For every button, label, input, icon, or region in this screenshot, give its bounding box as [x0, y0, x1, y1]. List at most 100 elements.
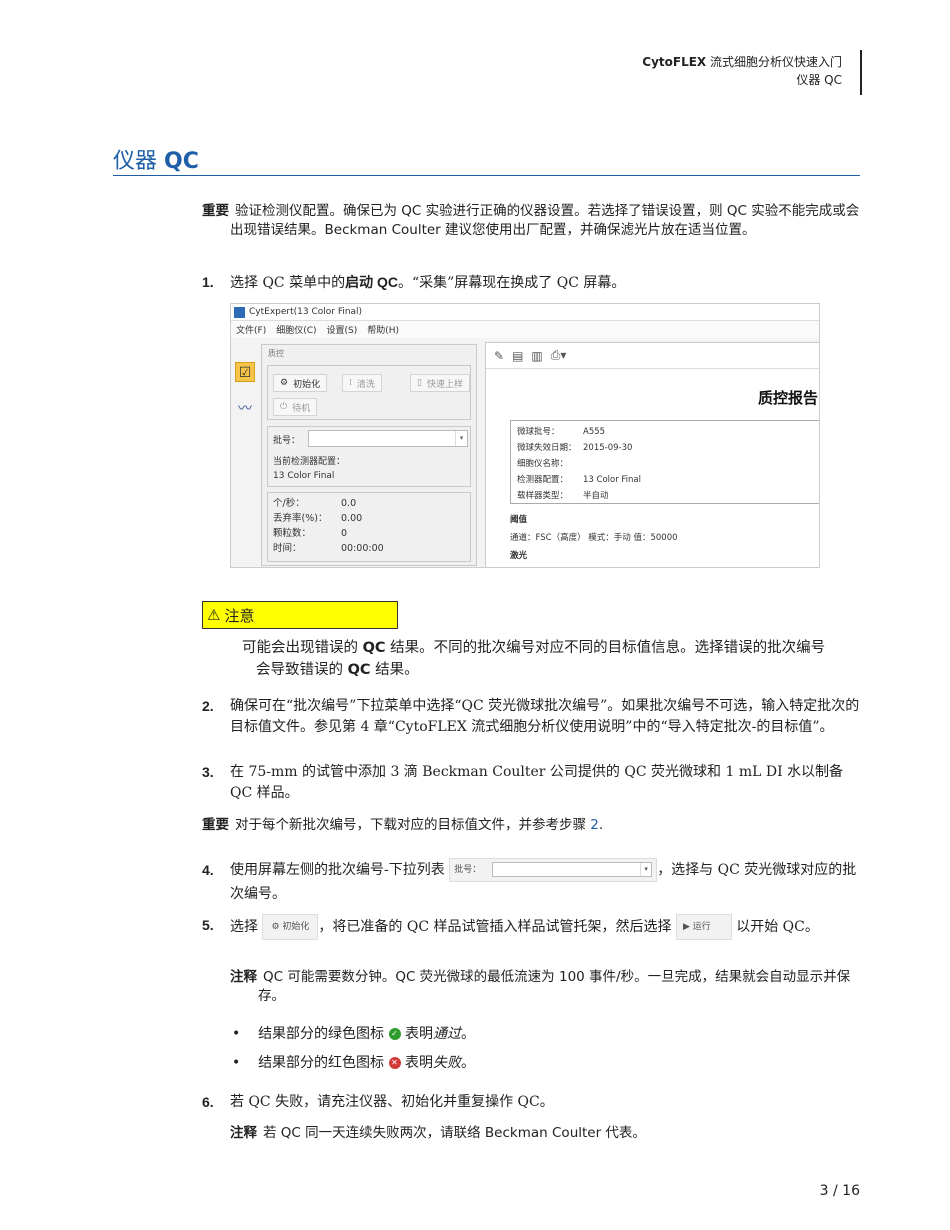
- step-2-link[interactable]: 2: [590, 817, 599, 833]
- bullet-italic: 通过: [432, 1026, 461, 1042]
- pdf-icon[interactable]: ▤: [512, 349, 523, 363]
- stat-value: 0.0: [341, 498, 357, 509]
- caution-text-c: 结果。: [370, 662, 419, 678]
- report-key: 微球批号：: [517, 427, 560, 437]
- report-info-box: 微球批号： A555 微球失效日期： 2015-09-30 细胞仪名称： 检测器配置…: [510, 420, 819, 504]
- menu-settings[interactable]: 设置(S): [327, 323, 358, 336]
- stat-key: 时间：: [273, 543, 302, 554]
- step-text: 使用屏幕左侧的批次编号-下拉列表: [230, 862, 445, 878]
- stats-group: 个/秒： 0.0 丢弃率(%)： 0.00 颗粒数： 0 时间： 00:00:00: [267, 492, 471, 562]
- report-key: 微球失效日期：: [517, 443, 577, 453]
- step-text: 。“采集”屏幕现在换成了 QC 屏幕。: [397, 275, 626, 291]
- lot-dropdown[interactable]: ▾: [308, 430, 468, 447]
- page-number: 3 / 16: [819, 1183, 860, 1199]
- lot-dropdown-image: 批号： ▾: [449, 858, 658, 882]
- title-bold: QC: [164, 149, 199, 174]
- menu-help[interactable]: 帮助(H): [367, 323, 399, 336]
- stat-value: 0: [341, 528, 348, 539]
- caution-bold: QC: [347, 662, 371, 678]
- stats-list: 个/秒： 0.0 丢弃率(%)： 0.00 颗粒数： 0 时间： 00:00:00: [273, 496, 384, 556]
- bullet-text: 。: [460, 1026, 475, 1042]
- page-title: 仪器 QC: [113, 143, 199, 175]
- step-number: 4.: [202, 862, 214, 878]
- report-key: 载样器类型：: [517, 491, 569, 501]
- panel-title: 质控: [268, 349, 284, 358]
- chart-icon[interactable]: 〰: [235, 399, 255, 419]
- header-section: 仪器 QC: [796, 73, 842, 87]
- init-button[interactable]: ⚙ 初始化: [273, 374, 328, 392]
- step-number: 5.: [202, 917, 214, 933]
- report-value: 2015-09-30: [583, 443, 633, 453]
- tube-icon: ▯: [417, 378, 422, 388]
- step-6: 6. 若 QC 失败，请充注仪器、初始化并重复操作 QC。: [202, 1092, 862, 1112]
- menu-bar: 文件(F) 细胞仪(C) 设置(S) 帮助(H): [231, 321, 819, 338]
- clean-icon: ⁞: [349, 378, 352, 388]
- list-item: • 结果部分的绿色图标 ✓ 表明通过。: [232, 1026, 475, 1042]
- caution-banner: ⚠ 注意: [202, 601, 398, 629]
- step-number: 6.: [202, 1094, 214, 1110]
- important-end: .: [598, 817, 604, 833]
- caution-bold: QC: [362, 640, 386, 656]
- init-label: 初始化: [293, 379, 321, 390]
- bullet-text: 。: [460, 1055, 475, 1071]
- running-header: CytoFLEX 流式细胞分析仪快速入门 仪器 QC: [642, 53, 842, 89]
- printer-icon[interactable]: ⎙▾: [551, 348, 567, 363]
- edit-icon[interactable]: ✎: [494, 349, 504, 363]
- list-item: • 结果部分的红色图标 ✕ 表明失败。: [232, 1055, 475, 1071]
- step-bold: 启动 QC: [345, 274, 398, 290]
- stat-value: 0.00: [341, 513, 363, 524]
- qc-check-icon[interactable]: ☑: [235, 362, 255, 382]
- step-number: 2.: [202, 698, 214, 714]
- detector-value: 13 Color Final: [273, 471, 335, 481]
- title-prefix: 仪器: [113, 149, 164, 174]
- step-text: 选择: [230, 919, 258, 935]
- lot-label: 批号：: [454, 865, 482, 875]
- step-1: 1. 选择 QC 菜单中的启动 QC。“采集”屏幕现在换成了 QC 屏幕。: [202, 272, 860, 293]
- header-divider: [860, 50, 862, 95]
- important-note-1: 重要 验证检测仪配置。确保已为 QC 实验进行正确的仪器设置。若选择了错误设置，则…: [202, 202, 862, 240]
- note-text: QC 可能需要数分钟。QC 荧光微球的最低流速为 100 事件/秒。一旦完成，结…: [258, 969, 851, 1004]
- gear-icon: ⚙: [280, 378, 289, 388]
- menu-cytometer[interactable]: 细胞仪(C): [276, 323, 316, 336]
- chevron-down-icon: ▾: [640, 863, 651, 876]
- menu-file[interactable]: 文件(F): [236, 323, 266, 336]
- bullet-text: 表明: [404, 1055, 433, 1071]
- caution-text: 可能会出现错误的 QC 结果。不同的批次编号对应不同的目标值信息。选择错误的批次…: [242, 637, 827, 681]
- report-toolbar: ✎ ▤ ▥ ⎙▾: [486, 343, 819, 369]
- export-icon[interactable]: ▥: [531, 349, 542, 363]
- header-product: CytoFLEX: [642, 55, 707, 69]
- important-text: 对于每个新批次编号，下载对应的目标值文件，并参考步骤: [235, 817, 591, 833]
- report-title: 质控报告: [757, 389, 818, 407]
- window-titlebar: CytExpert(13 Color Final): [231, 304, 819, 321]
- bullet-text: 表明: [404, 1026, 433, 1042]
- report-value: 半自动: [583, 491, 609, 501]
- fail-x-icon: ✕: [388, 1057, 401, 1069]
- step-text: 在 75-mm 的试管中添加 3 滴 Beckman Coulter 公司提供的…: [230, 764, 844, 801]
- clean-button[interactable]: ⁞ 清洗: [342, 374, 382, 392]
- window-title: CytExpert(13 Color Final): [249, 307, 363, 317]
- chevron-down-icon: ▾: [455, 431, 467, 446]
- laser-table: [510, 567, 820, 568]
- threshold-text: 通道：FSC（高度） 模式：手动 值：50000: [510, 533, 678, 543]
- step-3: 3. 在 75-mm 的试管中添加 3 滴 Beckman Coulter 公司提…: [202, 762, 862, 804]
- report-value: A555: [583, 427, 606, 437]
- detector-label: 当前检测器配置：: [273, 457, 346, 467]
- standby-label: 待机: [292, 403, 311, 414]
- qc-screenshot: CytExpert(13 Color Final) 文件(F) 细胞仪(C) 设…: [230, 303, 820, 568]
- note-1: 注释 QC 可能需要数分钟。QC 荧光微球的最低流速为 100 事件/秒。一旦完成…: [230, 968, 862, 1006]
- standby-button[interactable]: ⏻ 待机: [273, 398, 318, 416]
- caution-text-a: 可能会出现错误的: [242, 640, 363, 656]
- important-note-2: 重要 对于每个新批次编号，下载对应的目标值文件，并参考步骤 2.: [202, 816, 862, 835]
- header-subtitle: 流式细胞分析仪快速入门: [706, 55, 842, 69]
- init-button-image: ⚙ 初始化: [262, 914, 319, 940]
- play-icon: ▶: [682, 922, 690, 932]
- lot-group: 批号： ▾ 当前检测器配置： 13 Color Final: [267, 426, 471, 487]
- power-icon: ⏻: [280, 402, 288, 412]
- lot-label: 批号：: [273, 436, 301, 446]
- report-value: 13 Color Final: [583, 475, 642, 485]
- init-label: 初始化: [282, 922, 310, 932]
- caution-label: 注意: [224, 606, 255, 625]
- fast-load-button[interactable]: ▯ 快速上样: [410, 374, 470, 392]
- bullet-text: 结果部分的红色图标: [258, 1055, 385, 1071]
- stat-key: 颗粒数：: [273, 528, 312, 539]
